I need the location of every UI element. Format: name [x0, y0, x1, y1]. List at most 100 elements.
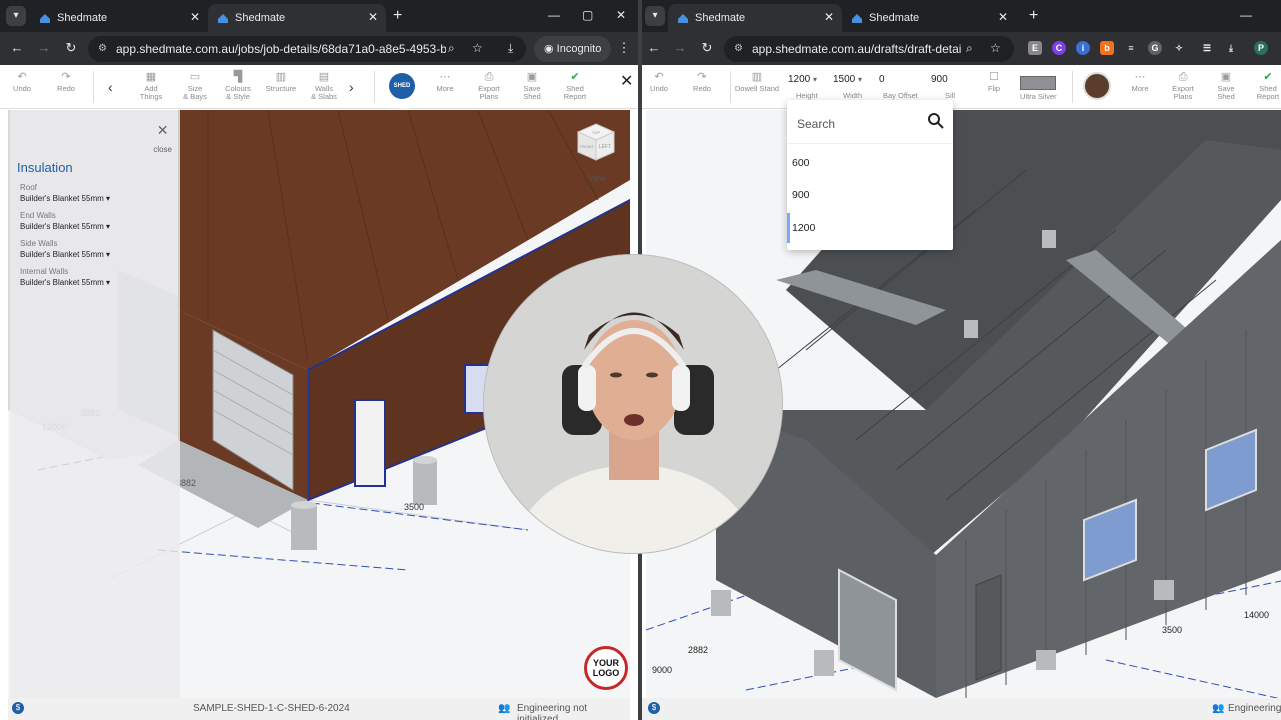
undo-button[interactable]: ↶ Undo — [642, 71, 681, 93]
chrome-menu-icon[interactable]: ⋮ — [616, 40, 632, 56]
tab-shedmate-2[interactable]: Shedmate ✕ — [208, 4, 386, 32]
save-shed-button[interactable]: ▣ Save Shed — [510, 71, 554, 101]
back-icon[interactable]: ← — [646, 40, 662, 55]
app-toolbar: ↶ Undo ↷ Redo ▥ Dowell Stand 1200 ▾ Height … — [642, 65, 1281, 109]
add-things-button[interactable]: ▦ Add Things — [129, 71, 173, 101]
profile-avatar-icon[interactable]: P — [1254, 41, 1268, 55]
engineering-status: Engineering not initialized — [517, 703, 588, 720]
chevron-down-icon: ▾ — [106, 250, 111, 259]
tab-close-icon[interactable]: ✕ — [998, 10, 1008, 24]
sill-input[interactable]: 900 Sill — [931, 74, 955, 100]
tab-shedmate-1[interactable]: Shedmate ✕ — [30, 4, 208, 32]
view-label[interactable]: View — [588, 174, 605, 183]
scroll-right-icon[interactable]: › — [349, 79, 354, 95]
reload-icon[interactable]: ↻ — [63, 40, 79, 56]
download-icon[interactable]: ⤓ — [508, 41, 513, 56]
pricing-icon[interactable]: $ — [648, 702, 660, 714]
dowell-stand-icon: ▥ — [751, 71, 763, 83]
extension-g-icon[interactable]: G — [1148, 41, 1162, 55]
tab-shedmate-1[interactable]: Shedmate ✕ — [668, 4, 842, 32]
more-button[interactable]: ⋯ More — [1118, 71, 1162, 93]
dowell-stand-button[interactable]: ▥ Dowell Stand — [734, 71, 780, 93]
more-button[interactable]: ⋯ More — [423, 71, 467, 93]
bookmark-star-icon[interactable]: ☆ — [990, 41, 1001, 55]
minimize-icon[interactable]: — — [548, 8, 560, 22]
extension-lines-icon[interactable]: ≡ — [1124, 41, 1138, 55]
undo-button[interactable]: ↶ Undo — [0, 71, 44, 93]
view-cube[interactable]: TOP FRONT LEFT — [576, 122, 616, 162]
close-icon: ✕ — [156, 122, 169, 138]
extension-c-icon[interactable]: C — [1052, 41, 1066, 55]
forward-icon[interactable]: → — [36, 40, 52, 55]
tab-title: Shedmate — [695, 12, 746, 24]
insulation-roof-select[interactable]: Roof Builder's Blanket 55mm ▾ — [20, 183, 110, 203]
tab-search-button[interactable]: ▾ — [645, 6, 665, 26]
insulation-internal-walls-select[interactable]: Internal Walls Builder's Blanket 55mm ▾ — [20, 267, 110, 287]
structure-button[interactable]: ▥ Structure — [259, 71, 303, 93]
size-bays-button[interactable]: ▭ Size & Bays — [173, 71, 217, 101]
address-bar[interactable]: ⚙ app.shedmate.com.au/drafts/draft-detai… — [724, 36, 1014, 62]
pricing-icon[interactable]: $ — [12, 702, 24, 714]
your-logo-badge: YOUR LOGO — [584, 646, 628, 690]
size-bays-icon: ▭ — [189, 71, 201, 83]
address-bar[interactable]: ⚙ app.shedmate.com.au/jobs/job-details/6… — [88, 36, 526, 62]
site-info-icon[interactable]: ⚙ — [98, 43, 107, 54]
window-close-icon[interactable]: ✕ — [616, 8, 626, 22]
incognito-badge[interactable]: ◉ Incognito — [534, 36, 612, 62]
tab-search-button[interactable]: ▾ — [6, 6, 26, 26]
insulation-side-walls-select[interactable]: Side Walls Builder's Blanket 55mm ▾ — [20, 239, 110, 259]
scroll-left-icon[interactable]: ‹ — [108, 79, 113, 95]
dropdown-option-selected[interactable]: 1200 — [787, 213, 953, 243]
tab-close-icon[interactable]: ✕ — [824, 10, 834, 24]
users-icon: 👥 — [498, 703, 511, 714]
zoom-icon[interactable]: ⌕ — [966, 41, 973, 56]
users-icon: 👥 — [1212, 703, 1225, 714]
redo-button[interactable]: ↷ Redo — [680, 71, 724, 93]
toolbar-divider — [93, 71, 94, 103]
search-input[interactable]: Search — [797, 117, 835, 131]
tab-close-icon[interactable]: ✕ — [368, 10, 378, 24]
reading-list-icon[interactable]: ☰ — [1200, 41, 1214, 55]
zoom-icon[interactable]: ⌕ — [448, 41, 455, 56]
back-icon[interactable]: ← — [9, 40, 25, 55]
walls-slabs-button[interactable]: ▤ Walls & Slabs — [302, 71, 346, 101]
height-select[interactable]: 1200 ▾ Height — [788, 74, 818, 100]
panel-close-button[interactable]: ✕ close — [153, 122, 172, 157]
tab-close-icon[interactable]: ✕ — [190, 10, 200, 24]
reload-icon[interactable]: ↻ — [699, 40, 715, 56]
dropdown-search[interactable]: Search — [787, 100, 953, 144]
bookmark-star-icon[interactable]: ☆ — [472, 41, 483, 55]
close-design-icon[interactable]: ✕ — [620, 71, 633, 91]
tab-shedmate-2[interactable]: Shedmate ✕ — [842, 4, 1016, 32]
new-tab-button[interactable]: + — [1029, 7, 1038, 25]
redo-button[interactable]: ↷ Redo — [44, 71, 88, 93]
undo-icon: ↶ — [17, 71, 27, 83]
download-icon[interactable]: ⤓ — [1224, 41, 1238, 55]
width-select[interactable]: 1500 ▾ Width — [833, 74, 862, 100]
extensions-puzzle-icon[interactable]: ✧ — [1172, 41, 1186, 55]
more-dots-icon: ⋯ — [1134, 71, 1146, 83]
save-shed-button[interactable]: ▣ Save Shed — [1204, 71, 1248, 101]
dropdown-option[interactable]: 600 — [787, 148, 953, 178]
shed-report-button[interactable]: ✔ Shed Report — [1246, 71, 1281, 101]
forward-icon[interactable]: → — [672, 40, 688, 55]
shed-report-button[interactable]: ✔ Shed Report — [553, 71, 597, 101]
tab-title: Shedmate — [235, 12, 286, 24]
dropdown-option[interactable]: 900 — [787, 180, 953, 210]
minimize-icon[interactable]: — — [1240, 8, 1252, 22]
colours-style-button[interactable]: ▜ Colours & Style — [216, 71, 260, 101]
user-avatar[interactable] — [1083, 72, 1111, 100]
extension-icon[interactable]: E — [1028, 41, 1042, 55]
maximize-icon[interactable]: ▢ — [582, 8, 593, 22]
new-tab-button[interactable]: + — [393, 7, 402, 25]
insulation-end-walls-select[interactable]: End Walls Builder's Blanket 55mm ▾ — [20, 211, 110, 231]
bay-offset-input[interactable]: 0 Bay Offset — [879, 74, 918, 100]
extension-info-icon[interactable]: i — [1076, 41, 1090, 55]
save-icon: ▣ — [526, 71, 538, 83]
export-plans-button[interactable]: ⎙ Export Plans — [467, 71, 511, 101]
site-info-icon[interactable]: ⚙ — [734, 43, 743, 54]
colour-swatch[interactable] — [1020, 76, 1056, 90]
export-plans-button[interactable]: ⎙ Export Plans — [1161, 71, 1205, 101]
flip-button[interactable]: ☐ Flip — [972, 71, 1016, 93]
extension-orange-icon[interactable]: b — [1100, 41, 1114, 55]
